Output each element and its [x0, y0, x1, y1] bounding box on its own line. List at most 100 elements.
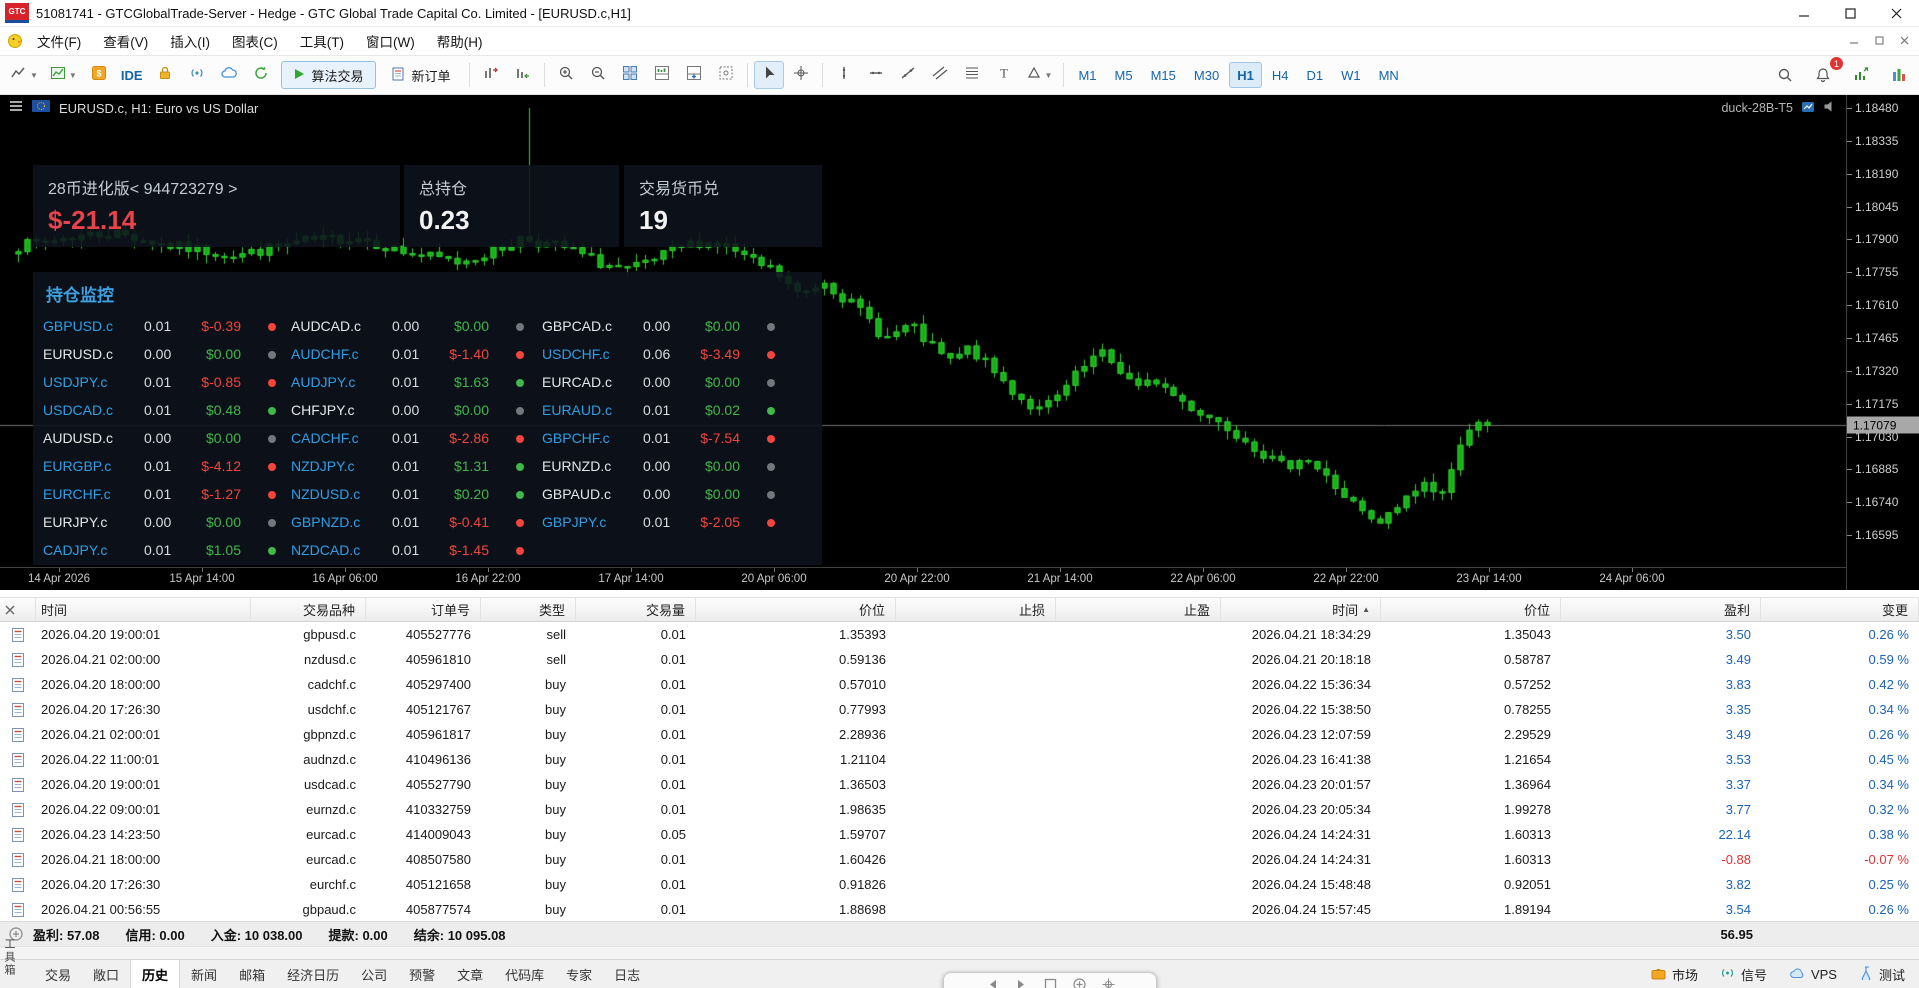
column-header-8[interactable]: 止盈 — [1056, 598, 1221, 621]
popup-target-icon[interactable] — [1102, 978, 1115, 988]
column-header-5[interactable]: 交易量 — [576, 598, 696, 621]
chart-menu-icon[interactable] — [9, 99, 23, 117]
menu-item-5[interactable]: 工具(T) — [289, 27, 355, 55]
table-row[interactable]: 2026.04.20 17:26:30 eurchf.c 405121658 buy 0… — [0, 872, 1919, 897]
status-market[interactable]: 市场 — [1651, 965, 1698, 984]
new-order-button[interactable]: 新订单 — [380, 61, 462, 89]
toolbox-tab-邮箱[interactable]: 邮箱 — [228, 960, 276, 988]
toolbox-tab-专家[interactable]: 专家 — [555, 960, 603, 988]
window-maximize-button[interactable] — [1827, 0, 1873, 26]
column-header-6[interactable]: 价位 — [696, 598, 896, 621]
fibonacci-tool-button[interactable] — [957, 61, 987, 89]
auto-scroll-button[interactable] — [508, 61, 538, 89]
table-row[interactable]: 2026.04.22 09:00:01 eurnzd.c 410332759 buy 0… — [0, 797, 1919, 822]
zoom-out-button[interactable] — [583, 61, 613, 89]
notifications-button[interactable]: 1 — [1808, 57, 1843, 89]
column-header-12[interactable]: 变更 — [1761, 598, 1919, 621]
refresh-button[interactable] — [246, 61, 276, 89]
chart-shift-button[interactable] — [476, 61, 506, 89]
shapes-tool-button[interactable]: ▼ — [1021, 61, 1058, 89]
menu-item-1[interactable]: 文件(F) — [26, 27, 92, 55]
symbols-button[interactable]: $ — [84, 61, 114, 89]
table-row[interactable]: 2026.04.20 19:00:01 gbpusd.c 405527776 sell… — [0, 622, 1919, 647]
vline-tool-button[interactable] — [829, 61, 859, 89]
chart-template-button[interactable]: ▼ — [45, 61, 82, 89]
menu-item-2[interactable]: 查看(V) — [92, 27, 159, 55]
timeframe-h1-button[interactable]: H1 — [1229, 62, 1262, 88]
timeframe-mn-button[interactable]: MN — [1371, 62, 1407, 88]
ide-button[interactable]: IDE — [116, 61, 148, 89]
hline-tool-button[interactable] — [861, 61, 891, 89]
toolbox-tab-经济日历[interactable]: 经济日历 — [276, 960, 350, 988]
table-row[interactable]: 2026.04.21 02:00:01 gbpnzd.c 405961817 buy 0… — [0, 722, 1919, 747]
column-header-10[interactable]: 价位 — [1381, 598, 1561, 621]
timeframe-m1-button[interactable]: M1 — [1070, 62, 1104, 88]
add-indicator-window-button[interactable] — [679, 61, 709, 89]
time-axis[interactable]: 14 Apr 2026 15 Apr 14:00 16 Apr 06:00 16 Ap… — [0, 567, 1846, 590]
floating-toolbar[interactable] — [943, 972, 1157, 988]
channel-tool-button[interactable] — [925, 61, 955, 89]
table-row[interactable]: 2026.04.21 18:00:00 eurcad.c 408507580 buy 0… — [0, 847, 1919, 872]
indicator-window-button[interactable] — [647, 61, 677, 89]
toolbox-tab-交易[interactable]: 交易 — [34, 960, 82, 988]
timeframe-m15-button[interactable]: M15 — [1143, 62, 1184, 88]
column-header-2[interactable]: 交易品种 — [251, 598, 366, 621]
timeframe-d1-button[interactable]: D1 — [1298, 62, 1331, 88]
tile-windows-button[interactable] — [615, 61, 645, 89]
menu-item-6[interactable]: 窗口(W) — [355, 27, 426, 55]
status-signal[interactable]: 信号 — [1720, 965, 1767, 984]
price-axis[interactable]: 1.18480 1.18335 1.18190 1.18045 1.17900 1.177… — [1846, 95, 1919, 590]
chart-area[interactable]: EURUSD.c, H1: Euro vs US Dollar duck-28B… — [0, 95, 1919, 590]
cursor-tool-button[interactable] — [753, 61, 784, 89]
column-header-9[interactable]: 时间 ▲ — [1221, 598, 1381, 621]
toolbox-tab-预警[interactable]: 预警 — [398, 960, 446, 988]
timeframe-h4-button[interactable]: H4 — [1264, 62, 1297, 88]
timeframe-m30-button[interactable]: M30 — [1186, 62, 1227, 88]
column-header-4[interactable]: 类型 — [481, 598, 576, 621]
menu-item-7[interactable]: 帮助(H) — [426, 27, 494, 55]
algo-trading-button[interactable]: 算法交易 — [280, 61, 376, 89]
toolbox-tab-新闻[interactable]: 新闻 — [180, 960, 228, 988]
doc-close-button[interactable] — [1900, 32, 1909, 50]
menu-item-4[interactable]: 图表(C) — [221, 27, 289, 55]
table-row[interactable]: 2026.04.20 19:00:01 usdcad.c 405527790 buy 0… — [0, 772, 1919, 797]
column-header-11[interactable]: 盈利 — [1561, 598, 1761, 621]
market-watch-toggle-button[interactable] — [1884, 61, 1914, 89]
trendline-tool-button[interactable] — [893, 61, 923, 89]
menu-item-3[interactable]: 插入(I) — [159, 27, 221, 55]
window-minimize-button[interactable] — [1781, 0, 1827, 26]
toolbox-close-button[interactable] — [0, 598, 36, 621]
text-tool-button[interactable]: T — [989, 61, 1019, 89]
speaker-icon[interactable] — [1823, 100, 1836, 116]
table-row[interactable]: 2026.04.21 02:00:00 nzdusd.c 405961810 sell… — [0, 647, 1919, 672]
status-test[interactable]: 测试 — [1859, 965, 1905, 984]
crosshair-tool-button[interactable] — [786, 61, 816, 89]
status-vps[interactable]: VPS — [1789, 967, 1837, 982]
zoom-in-button[interactable] — [551, 61, 581, 89]
table-row[interactable]: 2026.04.21 00:56:55 gbpaud.c 405877574 buy 0… — [0, 897, 1919, 922]
column-header-1[interactable]: 时间 — [36, 598, 251, 621]
window-close-button[interactable] — [1873, 0, 1919, 26]
broadcast-button[interactable] — [182, 61, 212, 89]
popup-box-icon[interactable] — [1044, 978, 1057, 988]
toolbox-tab-日志[interactable]: 日志 — [603, 960, 651, 988]
scroll-strip[interactable] — [0, 946, 1919, 959]
toolbox-tab-代码库[interactable]: 代码库 — [494, 960, 555, 988]
publish-chart-button[interactable] — [1846, 61, 1876, 89]
toolbox-tab-公司[interactable]: 公司 — [350, 960, 398, 988]
popup-right-icon[interactable] — [1015, 978, 1028, 988]
snapshot-button[interactable] — [711, 61, 741, 89]
mini-chart-icon[interactable] — [1801, 100, 1815, 117]
table-row[interactable]: 2026.04.23 14:23:50 eurcad.c 414009043 buy 0… — [0, 822, 1919, 847]
table-row[interactable]: 2026.04.22 11:00:01 audnzd.c 410496136 buy 0… — [0, 747, 1919, 772]
chart-type-button[interactable]: ▼ — [6, 61, 43, 89]
toolbox-tab-敞口[interactable]: 敞口 — [82, 960, 130, 988]
lock-button[interactable] — [150, 61, 180, 89]
table-row[interactable]: 2026.04.20 17:26:30 usdchf.c 405121767 buy 0… — [0, 697, 1919, 722]
popup-left-icon[interactable] — [986, 978, 999, 988]
doc-minimize-button[interactable] — [1850, 32, 1859, 50]
table-row[interactable]: 2026.04.20 18:00:00 cadchf.c 405297400 buy 0… — [0, 672, 1919, 697]
toolbox-tab-历史[interactable]: 历史 — [130, 960, 181, 988]
column-header-7[interactable]: 止损 — [896, 598, 1056, 621]
timeframe-w1-button[interactable]: W1 — [1333, 62, 1369, 88]
